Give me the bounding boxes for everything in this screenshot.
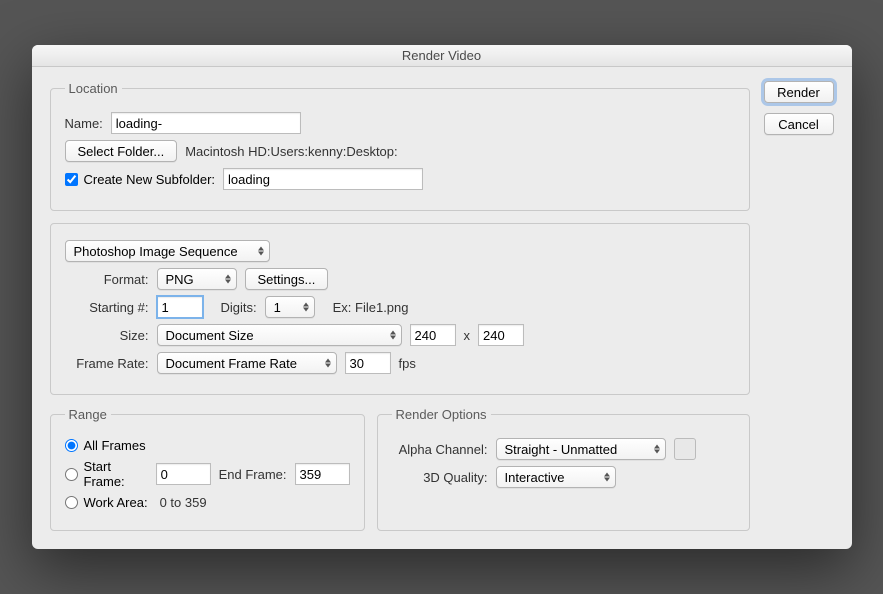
main-column: Location Name: Select Folder... Macintos… bbox=[50, 81, 750, 531]
x-label: x bbox=[464, 328, 471, 343]
render-video-dialog: Render Video Location Name: Select Folde… bbox=[32, 45, 852, 549]
digits-select[interactable]: 1 bbox=[265, 296, 315, 318]
width-field[interactable] bbox=[410, 324, 456, 346]
name-label: Name: bbox=[65, 116, 103, 131]
render-options-legend: Render Options bbox=[392, 407, 491, 422]
work-area-value: 0 to 359 bbox=[160, 495, 207, 510]
fps-field[interactable] bbox=[345, 352, 391, 374]
output-type-select[interactable]: Photoshop Image Sequence bbox=[65, 240, 270, 262]
dialog-content: Location Name: Select Folder... Macintos… bbox=[32, 67, 852, 549]
render-button[interactable]: Render bbox=[764, 81, 834, 103]
size-label: Size: bbox=[85, 328, 149, 343]
digits-label: Digits: bbox=[221, 300, 257, 315]
output-group: Photoshop Image Sequence Format: PNG Set… bbox=[50, 223, 750, 395]
matte-color-swatch[interactable] bbox=[674, 438, 696, 460]
folder-path: Macintosh HD:Users:kenny:Desktop: bbox=[185, 144, 397, 159]
end-frame-label: End Frame: bbox=[219, 467, 287, 482]
create-subfolder-checkbox[interactable]: Create New Subfolder: bbox=[65, 172, 216, 187]
window-title: Render Video bbox=[402, 48, 481, 63]
render-options-group: Render Options Alpha Channel: Straight -… bbox=[377, 407, 750, 531]
framerate-select[interactable]: Document Frame Rate bbox=[157, 352, 337, 374]
format-select[interactable]: PNG bbox=[157, 268, 237, 290]
location-group: Location Name: Select Folder... Macintos… bbox=[50, 81, 750, 211]
size-select[interactable]: Document Size bbox=[157, 324, 402, 346]
subfolder-field[interactable] bbox=[223, 168, 423, 190]
range-group: Range All Frames Start Frame: En bbox=[50, 407, 365, 531]
side-column: Render Cancel bbox=[764, 81, 834, 531]
fps-label: fps bbox=[399, 356, 416, 371]
start-frame-radio[interactable]: Start Frame: bbox=[65, 459, 148, 489]
settings-button[interactable]: Settings... bbox=[245, 268, 329, 290]
name-field[interactable] bbox=[111, 112, 301, 134]
select-folder-button[interactable]: Select Folder... bbox=[65, 140, 178, 162]
all-frames-radio[interactable]: All Frames bbox=[65, 438, 146, 453]
alpha-select[interactable]: Straight - Unmatted bbox=[496, 438, 666, 460]
window-titlebar: Render Video bbox=[32, 45, 852, 67]
cancel-button[interactable]: Cancel bbox=[764, 113, 834, 135]
starting-number-field[interactable] bbox=[157, 296, 203, 318]
bottom-row: Range All Frames Start Frame: En bbox=[50, 407, 750, 531]
format-label: Format: bbox=[85, 272, 149, 287]
framerate-label: Frame Rate: bbox=[65, 356, 149, 371]
quality-label: 3D Quality: bbox=[392, 470, 488, 485]
work-area-input[interactable] bbox=[65, 496, 78, 509]
location-legend: Location bbox=[65, 81, 122, 96]
work-area-radio[interactable]: Work Area: bbox=[65, 495, 148, 510]
create-subfolder-input[interactable] bbox=[65, 173, 78, 186]
height-field[interactable] bbox=[478, 324, 524, 346]
all-frames-input[interactable] bbox=[65, 439, 78, 452]
filename-example: Ex: File1.png bbox=[333, 300, 409, 315]
end-frame-field[interactable] bbox=[295, 463, 350, 485]
quality-select[interactable]: Interactive bbox=[496, 466, 616, 488]
range-legend: Range bbox=[65, 407, 111, 422]
alpha-label: Alpha Channel: bbox=[392, 442, 488, 457]
start-frame-input[interactable] bbox=[65, 468, 78, 481]
start-frame-field[interactable] bbox=[156, 463, 211, 485]
starting-label: Starting #: bbox=[85, 300, 149, 315]
create-subfolder-label: Create New Subfolder: bbox=[84, 172, 216, 187]
